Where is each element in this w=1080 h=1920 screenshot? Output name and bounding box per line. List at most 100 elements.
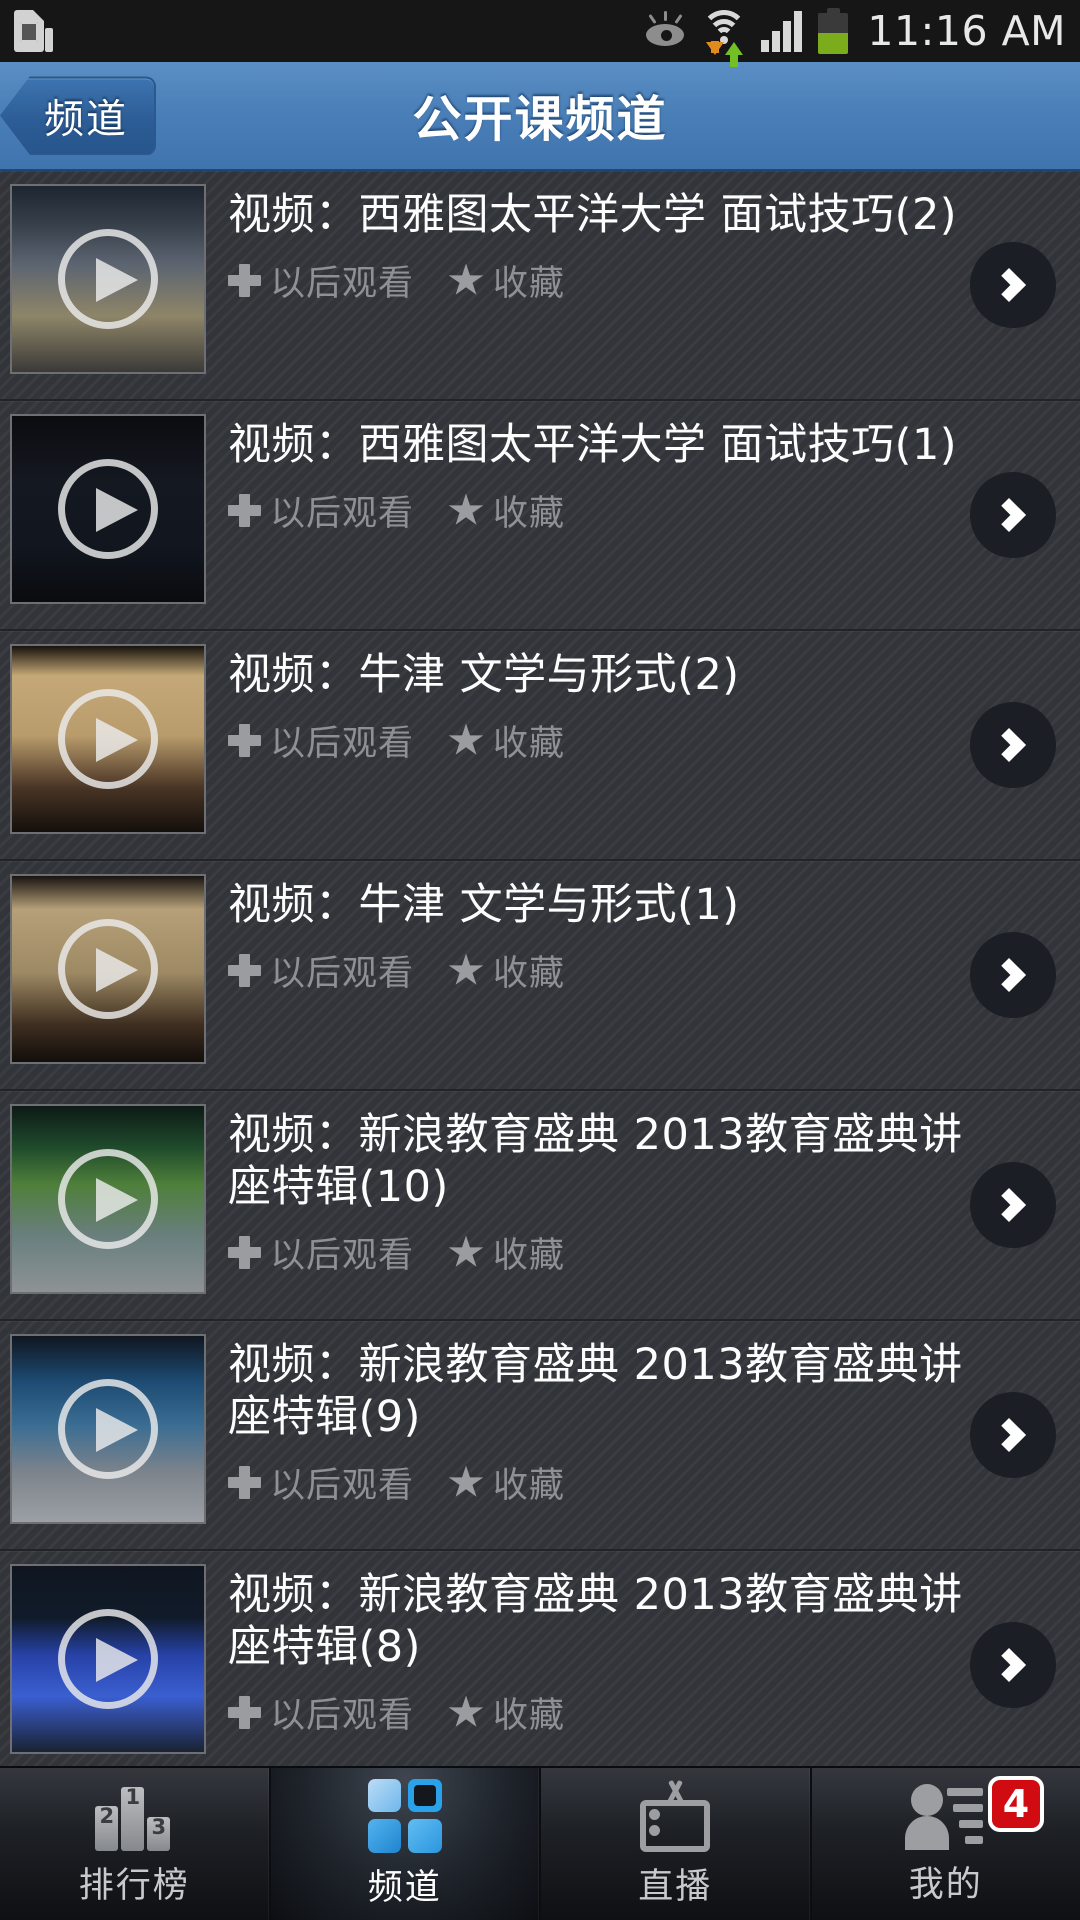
watch-later-label: 以后观看 xyxy=(270,1227,414,1278)
list-item-body: 视频：新浪教育盛典 2013教育盛典讲座特辑(9) 以后观看 收藏 xyxy=(206,1334,1080,1508)
plus-icon xyxy=(228,1236,261,1269)
play-icon xyxy=(58,1379,158,1479)
list-item-body: 视频：牛津 文学与形式(2)以后观看收藏 xyxy=(206,644,1080,766)
list-item[interactable]: 视频：牛津 文学与形式(1)以后观看收藏 xyxy=(0,861,1080,1091)
battery-icon xyxy=(818,8,848,54)
plus-icon xyxy=(228,724,261,757)
sim-card-alert-icon xyxy=(14,8,54,54)
play-icon xyxy=(58,919,158,1019)
favorite-label: 收藏 xyxy=(493,485,565,536)
tab-channels-label: 频道 xyxy=(368,1859,442,1910)
favorite-button[interactable]: 收藏 xyxy=(448,255,565,306)
list-item[interactable]: 视频：新浪教育盛典 2013教育盛典讲座特辑(9) 以后观看 收藏 xyxy=(0,1321,1080,1551)
favorite-button[interactable]: 收藏 xyxy=(448,715,565,766)
plus-icon xyxy=(228,494,261,527)
chevron-right-icon[interactable] xyxy=(970,242,1056,328)
favorite-label: 收藏 xyxy=(493,715,565,766)
video-thumbnail[interactable] xyxy=(10,1334,206,1524)
rank-bar-1: 1 xyxy=(121,1787,144,1851)
favorite-button[interactable]: 收藏 xyxy=(448,945,565,996)
watch-later-label: 以后观看 xyxy=(270,945,414,996)
favorite-label: 收藏 xyxy=(493,255,565,306)
favorite-label: 收藏 xyxy=(493,1457,565,1508)
watch-later-button[interactable]: 以后观看 xyxy=(228,255,414,306)
video-thumbnail[interactable] xyxy=(10,1564,206,1754)
tab-live[interactable]: 直播 xyxy=(541,1768,812,1920)
star-icon xyxy=(448,494,484,528)
tab-live-label: 直播 xyxy=(638,1858,712,1909)
plus-icon xyxy=(228,264,261,297)
list-item[interactable]: 视频：新浪教育盛典 2013教育盛典讲座特辑(8) 以后观看收藏 xyxy=(0,1551,1080,1781)
chevron-right-icon[interactable] xyxy=(970,1162,1056,1248)
status-bar-left xyxy=(14,8,54,54)
back-button[interactable]: 频道 xyxy=(0,76,156,155)
chevron-right-icon[interactable] xyxy=(970,932,1056,1018)
tab-mine[interactable]: 我的 4 xyxy=(812,1768,1080,1920)
star-icon xyxy=(448,1236,484,1270)
watch-later-label: 以后观看 xyxy=(270,1457,414,1508)
watch-later-button[interactable]: 以后观看 xyxy=(228,1227,414,1278)
video-title: 视频：新浪教育盛典 2013教育盛典讲座特辑(8) xyxy=(228,1569,970,1673)
list-item-actions: 以后观看 收藏 xyxy=(228,945,970,996)
video-list[interactable]: 视频：西雅图太平洋大学 面试技巧(2)以后观看收藏视频：西雅图太平洋大学 面试技… xyxy=(0,171,1080,1920)
watch-later-label: 以后观看 xyxy=(270,255,414,306)
video-thumbnail[interactable] xyxy=(10,414,206,604)
notification-badge: 4 xyxy=(988,1776,1044,1832)
list-item-actions: 以后观看 收藏 xyxy=(228,1227,970,1278)
chevron-right-icon[interactable] xyxy=(970,472,1056,558)
watch-later-label: 以后观看 xyxy=(270,1687,414,1738)
tab-rankings[interactable]: 2 1 3 排行榜 xyxy=(0,1768,271,1920)
video-thumbnail[interactable] xyxy=(10,644,206,834)
star-icon xyxy=(448,1696,484,1730)
chevron-right-icon[interactable] xyxy=(970,1392,1056,1478)
cellular-signal-icon xyxy=(761,10,805,52)
play-icon xyxy=(58,459,158,559)
plus-icon xyxy=(228,1696,261,1729)
watch-later-button[interactable]: 以后观看 xyxy=(228,485,414,536)
star-icon xyxy=(448,954,484,988)
favorite-button[interactable]: 收藏 xyxy=(448,1687,565,1738)
favorite-button[interactable]: 收藏 xyxy=(448,1457,565,1508)
list-item-body: 视频：西雅图太平洋大学 面试技巧(1) 以后观看 收藏 xyxy=(206,414,1080,536)
watch-later-label: 以后观看 xyxy=(270,715,414,766)
plus-icon xyxy=(228,954,261,987)
smart-stay-eye-icon xyxy=(643,11,687,51)
tab-channels[interactable]: 频道 xyxy=(271,1768,542,1920)
list-item-body: 视频：牛津 文学与形式(1)以后观看收藏 xyxy=(206,874,1080,996)
watch-later-button[interactable]: 以后观看 xyxy=(228,1687,414,1738)
rank-bar-3: 3 xyxy=(147,1817,170,1851)
favorite-label: 收藏 xyxy=(493,945,565,996)
video-thumbnail[interactable] xyxy=(10,874,206,1064)
watch-later-button[interactable]: 以后观看 xyxy=(228,715,414,766)
list-item-actions: 以后观看 收藏 xyxy=(228,1457,970,1508)
list-item-body: 视频：新浪教育盛典 2013教育盛典讲座特辑(10)以后观看收藏 xyxy=(206,1104,1080,1278)
watch-later-button[interactable]: 以后观看 xyxy=(228,1457,414,1508)
chevron-right-icon[interactable] xyxy=(970,1622,1056,1708)
play-icon xyxy=(58,1609,158,1709)
download-arrow-icon xyxy=(706,42,724,55)
chevron-right-icon[interactable] xyxy=(970,702,1056,788)
list-item[interactable]: 视频：新浪教育盛典 2013教育盛典讲座特辑(10)以后观看收藏 xyxy=(0,1091,1080,1321)
upload-arrow-icon xyxy=(725,42,743,55)
list-item-actions: 以后观看 收藏 xyxy=(228,255,970,306)
list-item-body: 视频：西雅图太平洋大学 面试技巧(2)以后观看收藏 xyxy=(206,184,1080,306)
list-item-actions: 以后观看 收藏 xyxy=(228,715,970,766)
video-thumbnail[interactable] xyxy=(10,1104,206,1294)
list-item[interactable]: 视频：西雅图太平洋大学 面试技巧(2)以后观看收藏 xyxy=(0,171,1080,401)
video-title: 视频：新浪教育盛典 2013教育盛典讲座特辑(9) xyxy=(228,1339,970,1443)
video-title: 视频：西雅图太平洋大学 面试技巧(1) xyxy=(228,419,970,471)
favorite-label: 收藏 xyxy=(493,1227,565,1278)
watch-later-button[interactable]: 以后观看 xyxy=(228,945,414,996)
list-item[interactable]: 视频：牛津 文学与形式(2)以后观看收藏 xyxy=(0,631,1080,861)
list-item-body: 视频：新浪教育盛典 2013教育盛典讲座特辑(8) 以后观看收藏 xyxy=(206,1564,1080,1738)
list-item[interactable]: 视频：西雅图太平洋大学 面试技巧(1) 以后观看 收藏 xyxy=(0,401,1080,631)
rank-bar-2: 2 xyxy=(95,1806,118,1851)
video-thumbnail[interactable] xyxy=(10,184,206,374)
star-icon xyxy=(448,724,484,758)
favorite-button[interactable]: 收藏 xyxy=(448,485,565,536)
tab-mine-label: 我的 xyxy=(909,1856,983,1907)
user-profile-icon xyxy=(905,1782,987,1850)
back-button-label: 频道 xyxy=(44,87,128,145)
favorite-button[interactable]: 收藏 xyxy=(448,1227,565,1278)
bottom-navigation[interactable]: 2 1 3 排行榜 频道 直播 我的 4 xyxy=(0,1766,1080,1920)
